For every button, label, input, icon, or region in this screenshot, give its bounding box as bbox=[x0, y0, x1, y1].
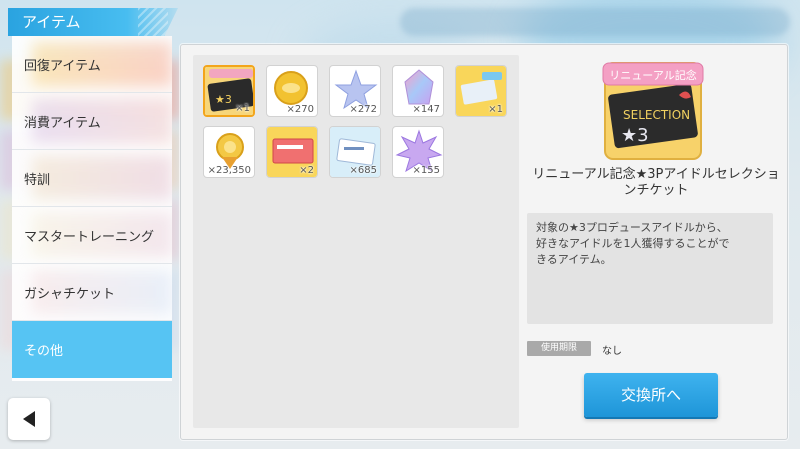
item-silver-star[interactable]: ×272 bbox=[329, 65, 381, 117]
sidebar-item-label: マスタートレーニング bbox=[24, 229, 155, 245]
page-title-tab: アイテム bbox=[8, 8, 178, 36]
item-count: ×147 bbox=[412, 104, 440, 115]
item-count: ×155 bbox=[412, 165, 440, 176]
sidebar-item-label: 消費アイテム bbox=[24, 115, 101, 131]
selected-item-title: リニューアル記念★3Pアイドルセレクションチケット bbox=[532, 167, 780, 198]
selection-ticket-icon: SELECTION ★3 リニューアル記念 bbox=[602, 62, 704, 160]
sidebar-item-gacha-ticket[interactable]: ガシャチケット bbox=[12, 264, 172, 321]
expiry-value: なし bbox=[602, 346, 622, 357]
sidebar-item-recovery[interactable]: 回復アイテム bbox=[12, 36, 172, 93]
sidebar-item-label: 特訓 bbox=[24, 172, 51, 188]
item-gold-medal[interactable]: ×23,350 bbox=[203, 126, 255, 178]
item-grid: ★3 ×1 ×270 ×272 ×147 ×1 ×23,350 ×2 ×685 … bbox=[193, 55, 519, 428]
sidebar-item-label: その他 bbox=[24, 344, 64, 359]
sidebar-item-other[interactable]: その他 bbox=[12, 321, 172, 378]
triangle-left-icon bbox=[23, 411, 35, 427]
item-renewal-selection-ticket[interactable]: ★3 ×1 bbox=[203, 65, 255, 117]
back-button[interactable] bbox=[8, 398, 50, 440]
sidebar-item-consumable[interactable]: 消費アイテム bbox=[12, 93, 172, 150]
item-count: ×1 bbox=[488, 104, 503, 115]
item-rainbow-crystal[interactable]: ×147 bbox=[392, 65, 444, 117]
selected-item-icon-banner: リニューアル記念 bbox=[609, 68, 696, 82]
item-panel: ★3 ×1 ×270 ×272 ×147 ×1 ×23,350 ×2 ×685 … bbox=[180, 44, 788, 440]
selected-item-icon-text: SELECTION bbox=[623, 108, 690, 122]
sidebar-item-master-training[interactable]: マスタートレーニング bbox=[12, 207, 172, 264]
sidebar-item-label: 回復アイテム bbox=[24, 58, 101, 74]
svg-text:★3: ★3 bbox=[215, 93, 232, 106]
svg-text:★3: ★3 bbox=[621, 125, 649, 146]
item-count: ×685 bbox=[349, 165, 377, 176]
item-gold-ticket[interactable]: ×1 bbox=[455, 65, 507, 117]
sidebar-item-training[interactable]: 特訓 bbox=[12, 150, 172, 207]
description-line: 好きなアイドルを1人獲得することがで bbox=[536, 237, 730, 250]
go-to-exchange-button[interactable]: 交換所へ bbox=[584, 373, 718, 417]
description-line: 対象の★3プロデュースアイドルから、 bbox=[536, 221, 728, 234]
selected-item-icon: SELECTION ★3 リニューアル記念 bbox=[601, 59, 705, 163]
item-purple-star[interactable]: ×155 bbox=[392, 126, 444, 178]
item-count: ×2 bbox=[299, 165, 314, 176]
item-red-ticket[interactable]: ×2 bbox=[266, 126, 318, 178]
item-gold-coin[interactable]: ×270 bbox=[266, 65, 318, 117]
page-title: アイテム bbox=[22, 13, 81, 31]
item-count: ×270 bbox=[286, 104, 314, 115]
item-description: 対象の★3プロデュースアイドルから、 好きなアイドルを1人獲得することがで きる… bbox=[527, 213, 773, 324]
item-count: ×23,350 bbox=[207, 165, 251, 176]
item-count: ×1 bbox=[235, 103, 250, 114]
category-sidebar: 回復アイテム 消費アイテム 特訓 マスタートレーニング ガシャチケット その他 bbox=[12, 36, 172, 381]
expiry-label: 使用期限 bbox=[527, 341, 591, 356]
item-count: ×272 bbox=[349, 104, 377, 115]
item-blue-ticket[interactable]: ×685 bbox=[329, 126, 381, 178]
description-line: きるアイテム。 bbox=[536, 253, 612, 266]
sidebar-item-label: ガシャチケット bbox=[24, 286, 116, 302]
